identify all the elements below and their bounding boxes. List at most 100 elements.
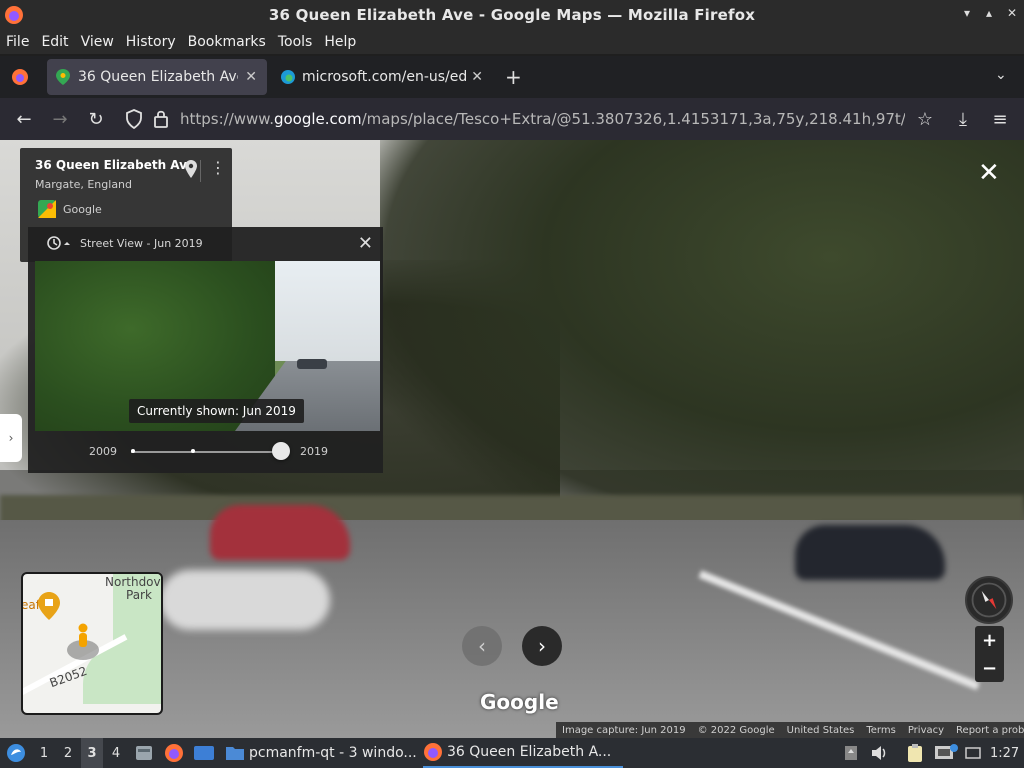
firefox-icon <box>5 6 23 24</box>
place-name: 36 Queen Elizabeth Ave <box>35 158 196 172</box>
next-image-button[interactable]: › <box>522 626 562 666</box>
task-firefox[interactable]: 36 Queen Elizabeth A... <box>423 738 624 768</box>
place-source: Google <box>63 203 102 216</box>
clock[interactable]: 1:27 <box>990 738 1019 768</box>
street-view[interactable]: 36 Queen Elizabeth Ave Margate, England … <box>0 140 1024 738</box>
timeline-slider[interactable] <box>131 442 290 460</box>
history-clock-icon[interactable] <box>46 235 72 251</box>
close-window-button[interactable]: ✕ <box>1007 6 1017 20</box>
maximize-button[interactable]: ▴ <box>986 6 992 20</box>
clipboard-icon[interactable] <box>906 738 924 768</box>
privacy-link[interactable]: Privacy <box>908 725 944 736</box>
new-tab-button[interactable]: + <box>505 65 522 89</box>
forward-button[interactable]: → <box>48 107 72 131</box>
firefox-view-icon[interactable] <box>10 67 30 87</box>
street-view-island <box>160 570 330 630</box>
menu-bookmarks[interactable]: Bookmarks <box>188 34 266 50</box>
firefox-icon <box>424 743 442 761</box>
file-manager-launcher-icon[interactable] <box>134 738 154 768</box>
thumbnail-cars <box>297 359 327 369</box>
tab-microsoft[interactable]: microsoft.com/en-us/edg ✕ <box>273 59 493 95</box>
terms-link[interactable]: Terms <box>866 725 895 736</box>
google-maps-icon[interactable] <box>38 200 56 218</box>
workspace-4[interactable]: 4 <box>105 738 127 768</box>
desktop-launcher-icon[interactable] <box>193 738 215 768</box>
menu-tools[interactable]: Tools <box>278 34 313 50</box>
url-prefix: https://www. <box>180 110 274 128</box>
minimap[interactable]: Northdov Park B2052 eaf <box>21 572 163 715</box>
menu-bar: File Edit View History Bookmarks Tools H… <box>0 30 1024 54</box>
close-history-icon[interactable]: ✕ <box>358 233 373 254</box>
close-street-view-icon[interactable]: ✕ <box>978 160 1000 186</box>
more-options-icon[interactable]: ⋮ <box>210 160 226 176</box>
keyboard-icon[interactable] <box>965 738 981 768</box>
folder-icon <box>226 747 244 760</box>
app-menu-icon[interactable]: ≡ <box>988 107 1012 131</box>
timeline-slider-handle[interactable] <box>272 442 290 460</box>
region-link[interactable]: United States <box>787 725 855 736</box>
tab-label: 36 Queen Elizabeth Ave <box>78 69 238 85</box>
task-label: 36 Queen Elizabeth A... <box>447 744 612 760</box>
google-maps-icon <box>56 69 70 85</box>
image-capture-date: Image capture: Jun 2019 <box>562 724 686 736</box>
minimap-label: Park <box>126 588 152 602</box>
collapse-side-panel-button[interactable]: › <box>0 414 22 462</box>
timeline-dot[interactable] <box>131 449 135 453</box>
menu-history[interactable]: History <box>126 34 176 50</box>
location-pin-icon[interactable] <box>185 160 197 178</box>
tray-upload-icon[interactable] <box>843 738 859 768</box>
copyright: © 2022 Google <box>697 724 775 736</box>
edge-icon <box>281 70 295 84</box>
timeline-dot[interactable] <box>191 449 195 453</box>
street-view-trees <box>380 140 1024 530</box>
report-problem-link[interactable]: Report a problem <box>956 725 1024 736</box>
tracking-protection-icon[interactable] <box>125 109 143 129</box>
task-pcmanfm[interactable]: pcmanfm-qt - 3 windo... <box>225 738 417 768</box>
network-icon[interactable] <box>933 738 959 768</box>
lock-icon[interactable] <box>153 109 169 129</box>
close-tab-button[interactable]: ✕ <box>471 69 483 85</box>
trophy-pin-icon[interactable] <box>38 592 60 620</box>
workspace-3[interactable]: 3 <box>81 738 103 768</box>
menu-edit[interactable]: Edit <box>41 34 68 50</box>
tab-bar: 36 Queen Elizabeth Ave ✕ microsoft.com/e… <box>0 56 1024 98</box>
currently-shown-badge: Currently shown: Jun 2019 <box>129 399 304 423</box>
previous-image-button[interactable]: ‹ <box>462 626 502 666</box>
close-tab-button[interactable]: ✕ <box>245 69 257 85</box>
zoom-out-button[interactable]: − <box>975 654 1004 682</box>
compass-icon[interactable] <box>965 576 1013 624</box>
url-host: google.com <box>273 110 362 128</box>
timeline-start-year: 2009 <box>89 445 117 458</box>
tab-label: microsoft.com/en-us/edg <box>302 69 468 85</box>
task-label: pcmanfm-qt - 3 windo... <box>249 745 417 761</box>
street-view-thumbnail[interactable]: Currently shown: Jun 2019 <box>35 261 380 431</box>
minimap-label: Northdov <box>105 575 161 589</box>
volume-icon[interactable] <box>870 738 890 768</box>
google-logo: Google <box>480 690 559 714</box>
taskbar: 1 2 3 4 pcmanfm-qt - 3 windo... 36 Queen… <box>0 738 1024 768</box>
street-view-history-panel: Street View - Jun 2019 ✕ Currently shown… <box>28 227 383 473</box>
street-view-red-car <box>210 505 350 560</box>
workspace-1[interactable]: 1 <box>33 738 55 768</box>
window-title: 36 Queen Elizabeth Ave - Google Maps — M… <box>268 6 756 24</box>
street-view-dark-car <box>795 525 945 580</box>
street-view-date-header: Street View - Jun 2019 <box>80 237 203 250</box>
menu-help[interactable]: Help <box>324 34 356 50</box>
zoom-in-button[interactable]: + <box>975 626 1004 654</box>
start-menu-icon[interactable] <box>6 738 26 768</box>
menu-view[interactable]: View <box>81 34 114 50</box>
bookmark-star-icon[interactable]: ☆ <box>913 107 937 131</box>
minimize-button[interactable]: ▾ <box>964 6 970 20</box>
workspace-2[interactable]: 2 <box>57 738 79 768</box>
tab-google-maps[interactable]: 36 Queen Elizabeth Ave ✕ <box>47 59 267 95</box>
downloads-icon[interactable]: ⤓ <box>951 107 975 131</box>
menu-file[interactable]: File <box>6 34 29 50</box>
reload-button[interactable]: ↻ <box>84 107 108 131</box>
navigation-toolbar: ← → ↻ https://www.google.com/maps/place/… <box>0 98 1024 140</box>
back-button[interactable]: ← <box>12 107 36 131</box>
zoom-controls: + − <box>975 626 1004 682</box>
pegman-icon[interactable] <box>65 622 101 662</box>
firefox-launcher-icon[interactable] <box>164 738 184 768</box>
list-all-tabs-button[interactable]: ⌄ <box>995 67 1007 83</box>
url-bar[interactable]: https://www.google.com/maps/place/Tesco+… <box>180 107 905 131</box>
